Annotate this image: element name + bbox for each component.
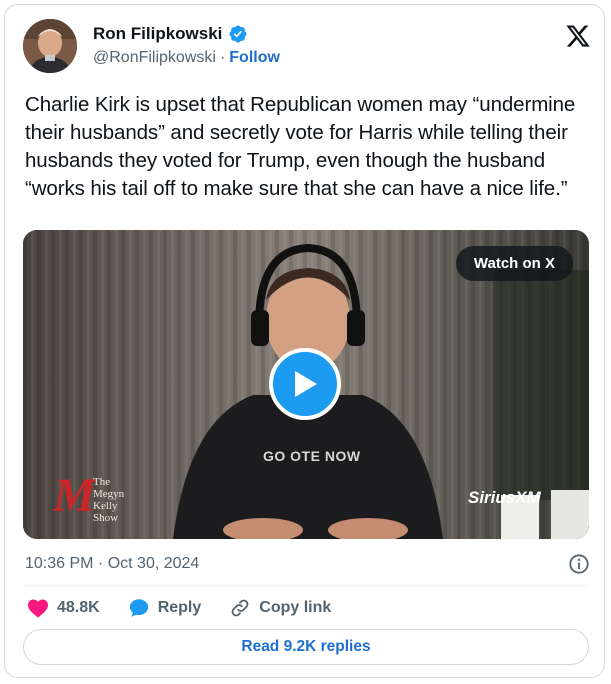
play-icon — [295, 371, 317, 397]
link-icon — [231, 599, 249, 617]
reply-label: Reply — [157, 599, 202, 616]
show-logo-line: The — [93, 476, 111, 488]
like-count: 48.8K — [57, 599, 100, 616]
author-handle-row: @RonFilipkowski · Follow — [93, 49, 280, 67]
author-handle[interactable]: @RonFilipkowski — [93, 49, 216, 67]
like-button[interactable]: 48.8K — [27, 598, 100, 618]
megyn-kelly-show-watermark: M The Megyn Kelly Show — [53, 468, 163, 528]
x-logo-icon[interactable] — [565, 23, 591, 49]
tweet-timestamp[interactable]: 10:36 PM · Oct 30, 2024 — [25, 555, 199, 573]
show-logo-line: Show — [93, 512, 119, 524]
tweet-text: Charlie Kirk is upset that Republican wo… — [25, 93, 576, 200]
read-replies-button[interactable]: Read 9.2K replies — [23, 629, 589, 665]
tweet-card: Ron Filipkowski @RonFilipkowski · Follow… — [4, 4, 605, 678]
show-logo-line: Kelly — [93, 500, 118, 512]
action-bar: 48.8K Reply Copy link — [27, 597, 359, 619]
reply-bubble-icon — [129, 599, 148, 617]
reply-button[interactable]: Reply — [128, 597, 202, 619]
show-logo-line: Megyn — [93, 488, 125, 500]
video-player[interactable]: Watch on X GO OTE NOW M The Megyn Kelly … — [23, 230, 589, 539]
watch-on-x-button[interactable]: Watch on X — [455, 246, 573, 281]
separator-dot: · — [219, 49, 226, 66]
avatar-photo-icon — [23, 19, 77, 73]
play-button[interactable] — [269, 348, 341, 420]
author-name[interactable]: Ron Filipkowski — [93, 24, 222, 44]
verified-badge-icon — [229, 25, 247, 43]
shirt-text: GO OTE NOW — [263, 448, 361, 464]
avatar[interactable] — [23, 19, 77, 73]
copy-link-label: Copy link — [259, 599, 332, 616]
copy-link-button[interactable]: Copy link — [229, 597, 331, 619]
heart-icon — [28, 599, 48, 618]
divider — [23, 585, 589, 586]
follow-button[interactable]: Follow — [229, 49, 280, 67]
author-name-row: Ron Filipkowski — [93, 24, 248, 44]
siriusxm-watermark: SiriusXM — [468, 488, 541, 507]
info-icon[interactable] — [568, 553, 590, 575]
show-logo-text: The Megyn Kelly Show — [93, 476, 124, 524]
show-logo-mark: M — [53, 469, 96, 522]
